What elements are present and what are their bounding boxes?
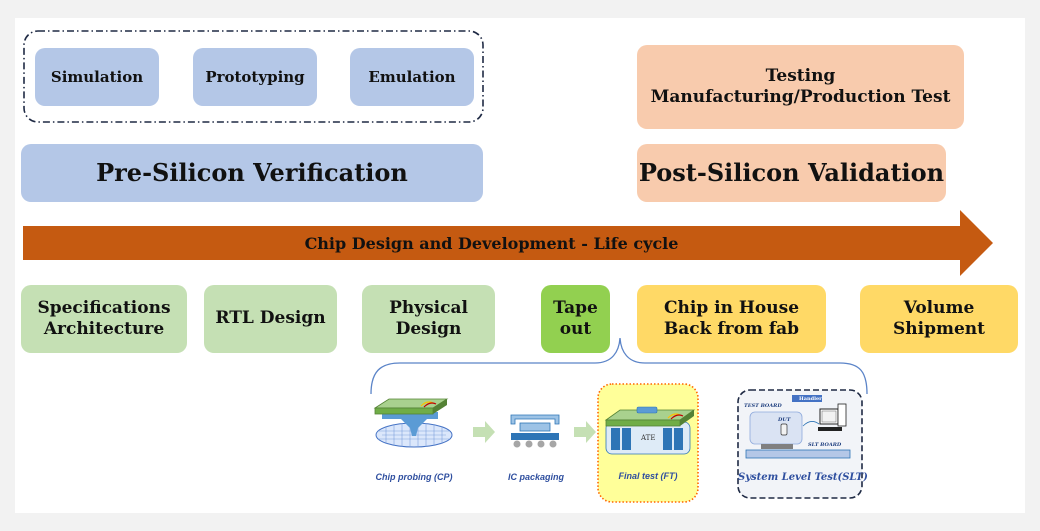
testing-box: Testing Manufacturing/Production Test [637, 45, 964, 129]
stage-specifications-architecture: Specifications Architecture [21, 285, 187, 353]
flow-arrow-icon [473, 421, 495, 443]
stage-line1: Tape [553, 297, 598, 318]
slt-test-board-label: TEST BOARD [744, 403, 782, 409]
ic-package-icon [510, 414, 560, 448]
stage-line1: Volume [903, 297, 975, 318]
post-silicon-validation: Post-Silicon Validation [637, 144, 946, 202]
slt-dut-label: DUT [778, 417, 791, 423]
method-emulation: Emulation [350, 48, 474, 106]
slt-board-label: SLT BOARD [808, 442, 842, 448]
testing-line2: Manufacturing/Production Test [650, 87, 951, 107]
caption-system-level-test: System Level Test(SLT) [738, 472, 868, 483]
pre-silicon-verification: Pre-Silicon Verification [21, 144, 483, 202]
stage-line2: Design [395, 319, 462, 339]
stage-tape-out: Tape out [541, 285, 610, 353]
stage-line1: RTL Design [215, 308, 326, 329]
stage-volume-shipment: Volume Shipment [860, 285, 1018, 353]
testing-line1: Testing [765, 65, 836, 86]
stage-physical-design: Physical Design [362, 285, 495, 353]
lifecycle-arrow-label: Chip Design and Development - Life cycle [304, 233, 679, 253]
method-prototyping: Prototyping [193, 48, 317, 106]
method-simulation: Simulation [35, 48, 159, 106]
stage-rtl-design: RTL Design [204, 285, 337, 353]
stage-line2: out [559, 319, 592, 339]
ate-tester-icon [604, 406, 696, 455]
caption-ic-packaging: IC packaging [507, 472, 564, 482]
stage-line2: Back from fab [663, 319, 800, 339]
stage-line1: Physical [389, 297, 468, 318]
caption-final-test: Final test (FT) [618, 471, 678, 481]
stage-line1: Chip in House [663, 297, 800, 318]
flow-arrow-icon [574, 421, 596, 443]
ate-label: ATE [641, 434, 656, 442]
stage-chip-in-house: Chip in House Back from fab [637, 285, 826, 353]
wafer-probe-icon [373, 398, 453, 448]
stage-line1: Specifications [37, 297, 171, 318]
stage-line2: Shipment [893, 319, 985, 339]
slt-handler-label: Handler [799, 396, 822, 402]
stage-line2: Architecture [43, 319, 165, 339]
caption-chip-probing: Chip probing (CP) [375, 472, 453, 482]
